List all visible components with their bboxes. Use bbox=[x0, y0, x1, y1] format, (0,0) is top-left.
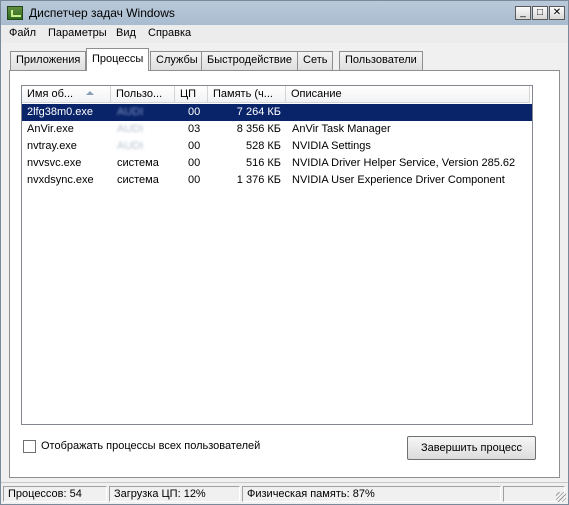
process-row[interactable]: nvxdsync.exe система 00 1 376 КБ NVIDIA User… bbox=[22, 172, 532, 189]
tab-network[interactable]: Сеть bbox=[297, 51, 334, 70]
task-manager-window: Диспетчер задач Windows _ □ ✕ Файл Парам… bbox=[0, 0, 569, 505]
cell-memory: 7 264 КБ bbox=[236, 106, 281, 118]
show-all-processes-checkbox[interactable] bbox=[23, 440, 36, 453]
end-process-button[interactable]: Завершить процесс bbox=[407, 436, 536, 460]
cell-cpu: 00 bbox=[188, 174, 201, 186]
cell-cpu: 00 bbox=[188, 157, 201, 169]
cell-description: NVIDIA User Experience Driver Component bbox=[292, 174, 505, 186]
menu-view[interactable]: Вид bbox=[116, 27, 136, 39]
task-manager-icon bbox=[7, 6, 23, 20]
menu-file[interactable]: Файл bbox=[9, 27, 36, 39]
tab-services[interactable]: Службы bbox=[150, 51, 204, 70]
cell-user: AUDI bbox=[117, 140, 144, 152]
cell-user: AUDI bbox=[117, 123, 144, 135]
cell-user: система bbox=[117, 157, 159, 169]
cell-name: nvvsvc.exe bbox=[27, 157, 82, 169]
cell-memory: 516 КБ bbox=[245, 157, 281, 169]
cell-memory: 1 376 КБ bbox=[236, 174, 281, 186]
minimize-button[interactable]: _ bbox=[515, 6, 531, 20]
process-row[interactable]: 2lfg38m0.exe AUDI 00 7 264 КБ bbox=[22, 104, 532, 121]
title-bar[interactable]: Диспетчер задач Windows _ □ ✕ bbox=[1, 1, 568, 25]
tab-processes[interactable]: Процессы bbox=[86, 48, 150, 71]
cell-name: 2lfg38m0.exe bbox=[27, 106, 94, 118]
process-list[interactable]: Имя об... Пользо... ЦП Память (ч... Опис… bbox=[21, 85, 533, 425]
cell-memory: 528 КБ bbox=[245, 140, 281, 152]
cell-cpu: 03 bbox=[188, 123, 201, 135]
window-title: Диспетчер задач Windows bbox=[29, 6, 175, 20]
cell-user: AUDI bbox=[117, 106, 144, 118]
close-button[interactable]: ✕ bbox=[549, 6, 565, 20]
tab-performance[interactable]: Быстродействие bbox=[201, 51, 298, 70]
client-area: Приложения Процессы Службы Быстродействи… bbox=[1, 43, 568, 482]
process-row[interactable]: nvvsvc.exe система 00 516 КБ NVIDIA Driver H… bbox=[22, 155, 532, 172]
cell-name: nvxdsync.exe bbox=[27, 174, 94, 186]
cell-description: NVIDIA Driver Helper Service, Version 28… bbox=[292, 157, 516, 169]
status-process-count: Процессов: 54 bbox=[3, 486, 107, 502]
column-header-cpu[interactable]: ЦП bbox=[175, 86, 208, 103]
cell-cpu: 00 bbox=[188, 140, 201, 152]
column-header-description[interactable]: Описание bbox=[286, 86, 530, 103]
cell-description: NVIDIA Settings bbox=[292, 140, 371, 152]
column-header-name[interactable]: Имя об... bbox=[22, 86, 111, 103]
process-row[interactable]: AnVir.exe AUDI 03 8 356 КБ AnVir Task Manage… bbox=[22, 121, 532, 138]
show-all-processes-label: Отображать процессы всех пользователей bbox=[41, 440, 261, 452]
cell-name: nvtray.exe bbox=[27, 140, 77, 152]
status-bar: Процессов: 54 Загрузка ЦП: 12% Физическа… bbox=[1, 482, 568, 504]
cell-memory: 8 356 КБ bbox=[236, 123, 281, 135]
process-row[interactable]: nvtray.exe AUDI 00 528 КБ NVIDIA Settings bbox=[22, 138, 532, 155]
resize-grip-icon[interactable] bbox=[556, 492, 566, 502]
column-header-memory[interactable]: Память (ч... bbox=[208, 86, 286, 103]
maximize-button[interactable]: □ bbox=[532, 6, 548, 20]
cell-user: система bbox=[117, 174, 159, 186]
cell-cpu: 00 bbox=[188, 106, 201, 118]
column-header-user[interactable]: Пользо... bbox=[111, 86, 175, 103]
column-header-name-label: Имя об... bbox=[27, 88, 74, 100]
menu-help[interactable]: Справка bbox=[148, 27, 191, 39]
tab-users[interactable]: Пользователи bbox=[339, 51, 423, 70]
cell-name: AnVir.exe bbox=[27, 123, 74, 135]
sort-ascending-icon bbox=[86, 91, 94, 95]
status-cpu-usage: Загрузка ЦП: 12% bbox=[109, 486, 240, 502]
cell-description: AnVir Task Manager bbox=[292, 123, 391, 135]
tab-applications[interactable]: Приложения bbox=[10, 51, 87, 70]
status-physical-memory: Физическая память: 87% bbox=[242, 486, 501, 502]
menu-bar: Файл Параметры Вид Справка bbox=[1, 25, 568, 43]
menu-options[interactable]: Параметры bbox=[48, 27, 107, 39]
